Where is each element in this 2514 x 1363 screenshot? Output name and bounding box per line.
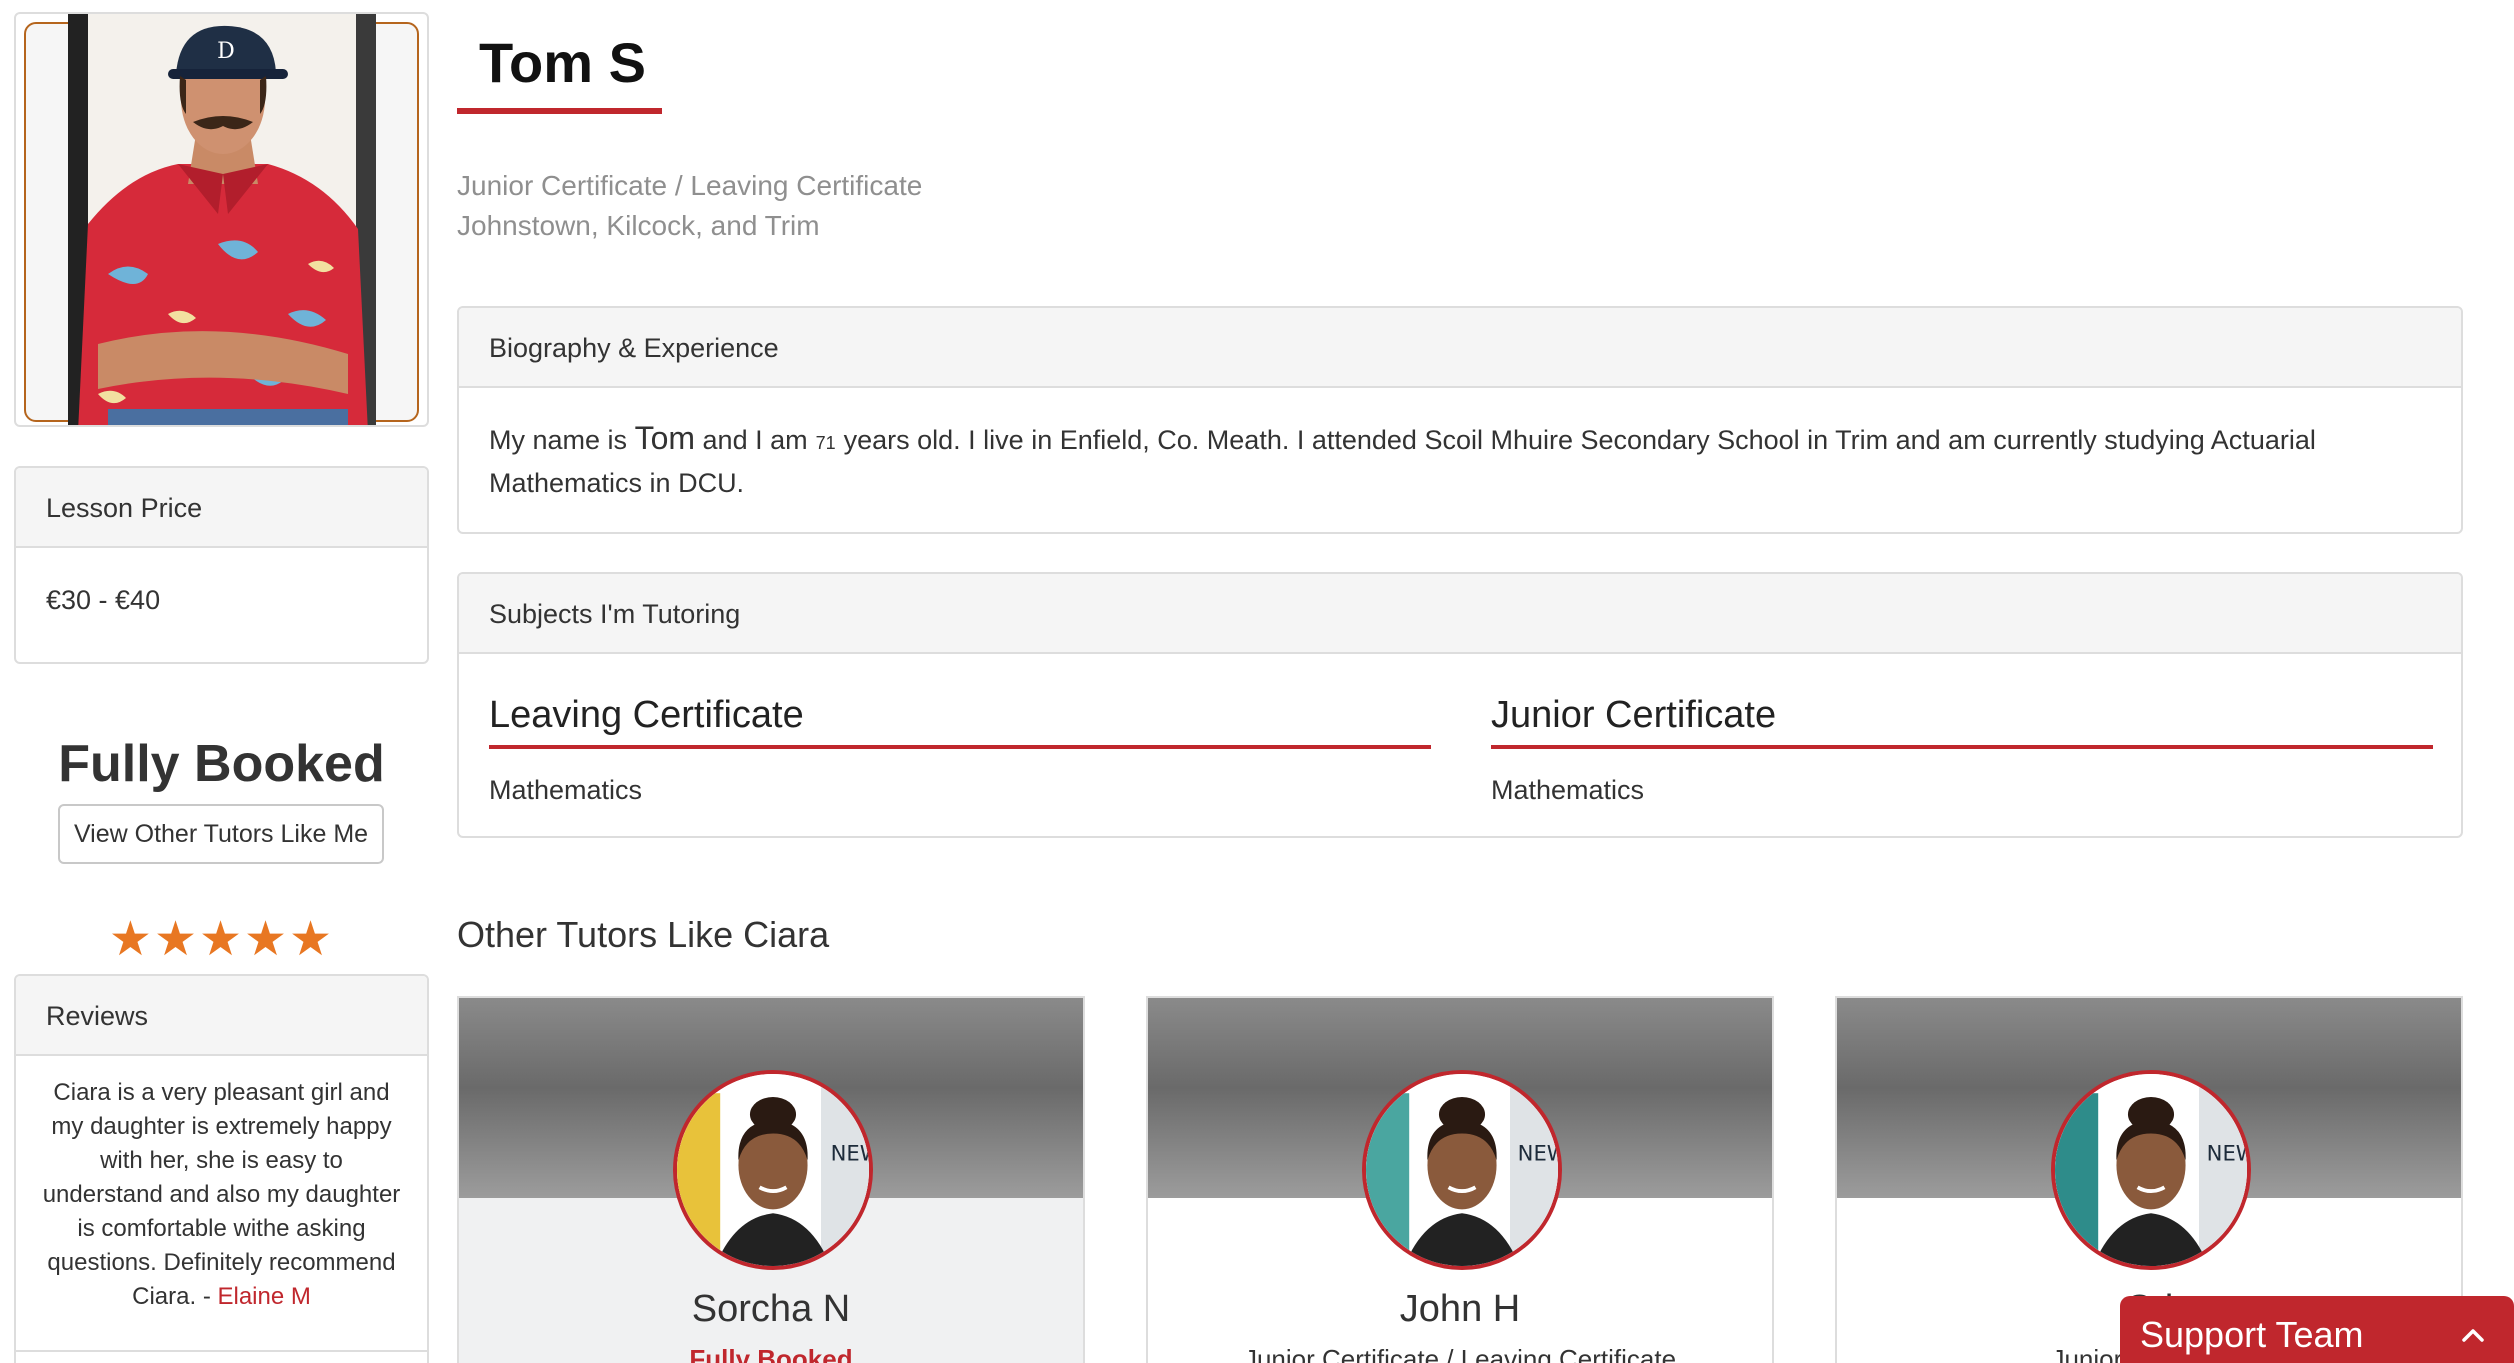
subject-name: Mathematics xyxy=(489,775,643,805)
review-author-link[interactable]: Elaine M xyxy=(217,1283,310,1310)
reviews-heading: Reviews xyxy=(16,976,427,1056)
tutor-card-name: John H xyxy=(1399,1288,1521,1330)
subject-group-leaving-cert: Leaving Certificate Mathematics xyxy=(489,694,1431,806)
support-team-label: Support Team xyxy=(2140,1314,2364,1355)
profile-sidebar: D Lesson Price €30 - €40 Fully Booked Vi… xyxy=(14,12,429,1363)
svg-text:NEW: NEW xyxy=(2207,1140,2247,1165)
profile-main: Tom S Junior Certificate / Leaving Certi… xyxy=(457,0,2463,1363)
tutor-avatar: NEW xyxy=(673,1070,873,1270)
subject-level-title: Leaving Certificate xyxy=(489,694,1431,749)
subject-name: Mathematics xyxy=(1491,775,1645,805)
review-divider xyxy=(16,1350,427,1352)
other-tutors-heading: Other Tutors Like Ciara xyxy=(457,914,830,955)
tutor-card[interactable]: NEW John H Junior Certificate / Leaving … xyxy=(1146,996,1774,1363)
tutor-card-name: Sorcha N xyxy=(691,1288,851,1330)
svg-text:NEW: NEW xyxy=(1518,1140,1558,1165)
bio-age: 71 xyxy=(815,433,836,453)
subjects-panel: Subjects I'm Tutoring Leaving Certificat… xyxy=(457,572,2463,838)
tutor-avatar: NEW xyxy=(2051,1070,2251,1270)
biography-heading: Biography & Experience xyxy=(459,308,2461,388)
review-text: Ciara is a very pleasant girl and my dau… xyxy=(42,1079,401,1310)
profile-photo: D xyxy=(68,14,376,425)
reviews-panel: Reviews Ciara is a very pleasant girl an… xyxy=(14,974,429,1363)
biography-text: My name is Tom and I am 71 years old. I li… xyxy=(459,388,2461,503)
tutor-card-levels: Junior Certificate / Leaving Certificate xyxy=(1243,1344,1677,1363)
lesson-price-heading: Lesson Price xyxy=(16,468,427,548)
rating-stars: ★★★★★ xyxy=(108,913,335,966)
svg-text:NEW: NEW xyxy=(831,1140,869,1165)
tutor-avatar: NEW xyxy=(1362,1070,1562,1270)
bio-name: Tom xyxy=(634,420,696,456)
biography-panel: Biography & Experience My name is Tom an… xyxy=(457,306,2463,534)
name-underline xyxy=(457,108,662,114)
profile-photo-card: D xyxy=(14,12,429,427)
review-item: Ciara is a very pleasant girl and my dau… xyxy=(16,1056,427,1314)
tutor-name: Tom S xyxy=(479,31,646,94)
tutor-locations: Johnstown, Kilcock, and Trim xyxy=(457,210,820,241)
view-other-tutors-button[interactable]: View Other Tutors Like Me xyxy=(58,804,384,864)
subjects-heading: Subjects I'm Tutoring xyxy=(459,574,2461,654)
subject-level-title: Junior Certificate xyxy=(1491,694,2433,749)
bio-text-part2: and I am xyxy=(702,425,808,455)
tutor-card-status: Fully Booked xyxy=(689,1344,853,1363)
support-team-widget[interactable]: Support Team xyxy=(2120,1296,2514,1363)
subject-group-junior-cert: Junior Certificate Mathematics xyxy=(1491,694,2433,806)
svg-text:D: D xyxy=(217,39,235,64)
chevron-up-icon xyxy=(2462,1329,2484,1342)
lesson-price-panel: Lesson Price €30 - €40 xyxy=(14,466,429,664)
tutor-card[interactable]: NEW Sorcha N Fully Booked xyxy=(457,996,1085,1363)
lesson-price-value: €30 - €40 xyxy=(46,585,161,615)
tutor-levels: Junior Certificate / Leaving Certificate xyxy=(457,170,923,201)
availability-status: Fully Booked xyxy=(58,735,385,793)
bio-text-part1: My name is xyxy=(489,425,628,455)
